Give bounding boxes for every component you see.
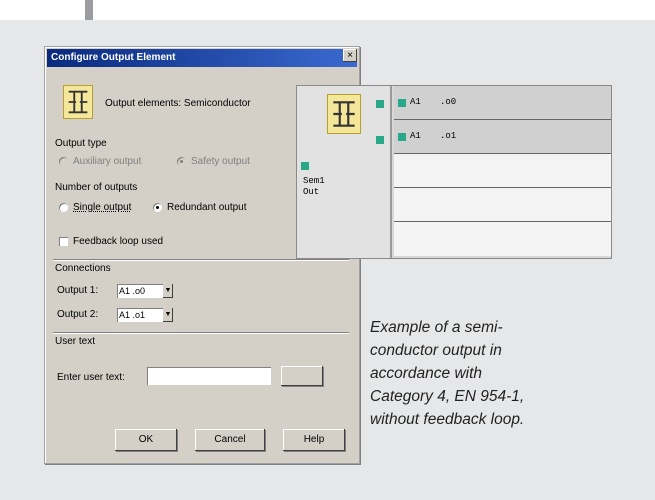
table-row[interactable] [394,154,611,188]
dialog-titlebar: Configure Output Element [47,49,357,67]
single-output-radio[interactable] [59,203,68,212]
output-2-value: A1 .o1 [119,310,146,320]
single-output-label: Single output [73,202,132,213]
chevron-down-icon: ▼ [163,308,173,322]
user-text-extra-button[interactable] [281,366,323,386]
caption-line: without feedback loop. [370,411,525,428]
top-band [0,0,655,20]
enter-user-text-label: Enter user text: [57,372,125,383]
feedback-loop-checkbox[interactable] [59,237,68,246]
help-button[interactable]: Help [283,429,345,451]
output-1-value: A1 .o0 [119,286,146,296]
redundant-output-label: Redundant output [167,202,247,213]
terminal-icon[interactable] [301,162,309,170]
divider [53,332,349,333]
corner-tick [85,0,93,20]
output-elements-label: Output elements: Semiconductor [105,98,251,109]
safety-output-radio[interactable] [177,157,186,166]
auxiliary-output-radio[interactable] [59,157,68,166]
terminal-icon [398,133,406,141]
output-type-heading: Output type [55,138,107,149]
terminal-icon[interactable] [376,100,384,108]
user-text-heading: User text [55,336,96,347]
semiconductor-element-icon [327,94,361,134]
auxiliary-output-label: Auxiliary output [73,156,142,167]
safety-output-label: Safety output [191,156,250,167]
output-2-label: Output 2: [57,309,99,320]
feedback-loop-label: Feedback loop used [73,236,164,247]
caption: Example of a semi- conductor output in a… [370,316,620,431]
row-address: A1 [410,97,421,107]
output-1-select[interactable]: A1 .o0 ▼ [117,284,173,298]
caption-line: accordance with [370,365,483,382]
circuit-panel: Sem1 Out A1 .o0 A1 .o1 [296,85,612,259]
terminal-icon[interactable] [376,136,384,144]
number-of-outputs-heading: Number of outputs [55,182,138,193]
row-port: .o0 [440,97,457,107]
divider [53,259,349,260]
output-rows: A1 .o0 A1 .o1 [394,86,611,258]
output-2-select[interactable]: A1 .o1 ▼ [117,308,173,322]
row-port: .o1 [440,131,457,141]
output-element-icon [63,85,93,119]
ok-button[interactable]: OK [115,429,177,451]
row-address: A1 [410,131,421,141]
element-label-line1: Sem1 [303,176,325,186]
cancel-button[interactable]: Cancel [195,429,265,451]
close-button[interactable]: × [343,49,357,62]
caption-line: conductor output in [370,342,502,359]
table-row[interactable] [394,188,611,222]
caption-line: Example of a semi- [370,319,503,336]
user-text-input[interactable] [147,367,271,385]
connections-heading: Connections [55,263,111,274]
element-label-line2: Out [303,187,320,197]
table-row[interactable]: A1 .o0 [394,86,611,120]
terminal-icon [398,99,406,107]
output-1-label: Output 1: [57,285,99,296]
element-column: Sem1 Out [297,86,392,258]
chevron-down-icon: ▼ [163,284,173,298]
dialog-title: Configure Output Element [51,52,176,63]
caption-line: Category 4, EN 954-1, [370,388,525,405]
table-row[interactable]: A1 .o1 [394,120,611,154]
table-row[interactable] [394,222,611,256]
redundant-output-radio[interactable] [153,203,162,212]
